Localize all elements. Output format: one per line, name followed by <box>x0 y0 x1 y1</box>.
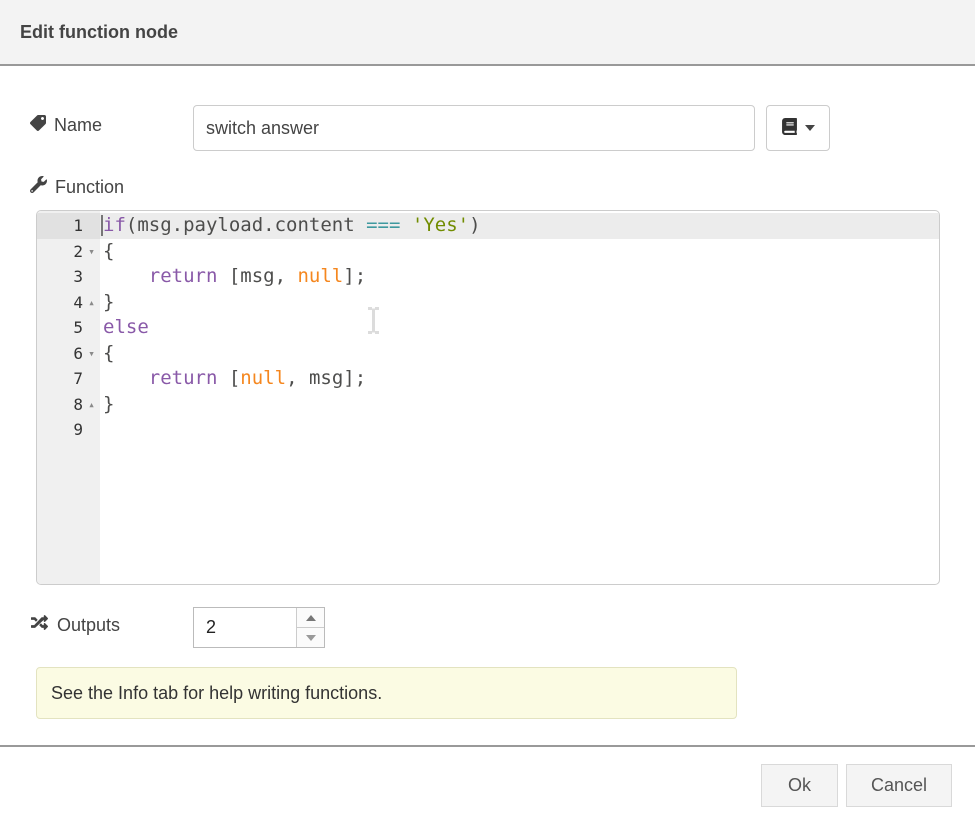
gutter-line-5: 5 <box>37 315 100 341</box>
code-token-plain: { <box>103 240 114 262</box>
gutter-line-8: 8▴ <box>37 392 100 418</box>
code-line-7[interactable]: return [null, msg]; <box>100 366 939 392</box>
code-line-5[interactable]: else <box>100 315 939 341</box>
code-token-constant: null <box>297 265 343 287</box>
name-input[interactable] <box>193 105 755 151</box>
gutter-line-1: 1 <box>37 213 100 239</box>
spinner-up-button[interactable] <box>297 608 324 628</box>
code-token-plain: ) <box>469 214 480 236</box>
spinner-down-button[interactable] <box>297 628 324 647</box>
arrow-up-icon <box>306 615 316 621</box>
editor-code[interactable]: if(msg.payload.content === 'Yes'){ retur… <box>100 211 939 584</box>
line-number: 2 <box>73 242 83 261</box>
code-token-plain: } <box>103 291 114 313</box>
gutter-line-2: 2▾ <box>37 239 100 265</box>
line-number: 8 <box>73 395 83 414</box>
edit-function-node-dialog: Edit function node Name Function 12▾34▴5… <box>0 0 975 824</box>
dialog-header: Edit function node <box>0 0 975 66</box>
code-token-plain: { <box>103 342 114 364</box>
code-line-2[interactable]: { <box>100 239 939 265</box>
fold-open-icon[interactable]: ▾ <box>83 341 100 367</box>
wrench-icon <box>30 176 47 198</box>
code-token-keyword: return <box>149 367 218 389</box>
name-label-text: Name <box>54 115 102 136</box>
tag-icon <box>30 115 46 136</box>
line-number: 5 <box>73 318 83 337</box>
code-token-plain: } <box>103 393 114 415</box>
code-token-plain <box>103 367 149 389</box>
code-token-plain: [msg, <box>217 265 297 287</box>
line-number: 6 <box>73 344 83 363</box>
code-line-9[interactable] <box>100 417 939 443</box>
outputs-label: Outputs <box>30 614 120 636</box>
gutter-line-3: 3 <box>37 264 100 290</box>
function-label-text: Function <box>55 177 124 198</box>
fold-close-icon[interactable]: ▴ <box>83 290 100 316</box>
spinner-buttons <box>296 608 324 647</box>
gutter-line-7: 7 <box>37 366 100 392</box>
ok-button[interactable]: Ok <box>761 764 838 807</box>
fold-close-icon[interactable]: ▴ <box>83 392 100 418</box>
gutter-line-9: 9 <box>37 417 100 443</box>
chevron-down-icon <box>805 125 815 131</box>
line-number: 9 <box>73 420 83 439</box>
outputs-label-text: Outputs <box>57 615 120 636</box>
gutter-line-4: 4▴ <box>37 290 100 316</box>
code-token-plain <box>103 265 149 287</box>
name-label: Name <box>30 115 102 136</box>
line-number: 4 <box>73 293 83 312</box>
code-token-plain: (msg.payload.content <box>126 214 366 236</box>
code-line-4[interactable]: } <box>100 290 939 316</box>
line-number: 7 <box>73 369 83 388</box>
line-number: 1 <box>73 216 83 235</box>
footer-divider <box>0 745 975 747</box>
gutter-line-6: 6▾ <box>37 341 100 367</box>
code-line-8[interactable]: } <box>100 392 939 418</box>
cancel-button[interactable]: Cancel <box>846 764 952 807</box>
outputs-input[interactable] <box>194 608 296 647</box>
editor-gutter: 12▾34▴56▾78▴9 <box>37 211 100 584</box>
library-button[interactable] <box>766 105 830 151</box>
code-line-3[interactable]: return [msg, null]; <box>100 264 939 290</box>
book-icon <box>781 118 798 138</box>
function-label: Function <box>30 176 124 198</box>
code-line-1[interactable]: if(msg.payload.content === 'Yes') <box>100 213 939 239</box>
code-token-keyword: return <box>149 265 218 287</box>
fold-open-icon[interactable]: ▾ <box>83 239 100 265</box>
code-token-keyword: if <box>103 214 126 236</box>
code-token-plain: , msg]; <box>286 367 366 389</box>
shuffle-icon <box>30 614 49 636</box>
info-tip-text: See the Info tab for help writing functi… <box>51 683 382 704</box>
line-number: 3 <box>73 267 83 286</box>
code-token-keyword: else <box>103 316 149 338</box>
code-token-plain: [ <box>217 367 240 389</box>
outputs-spinner <box>193 607 325 648</box>
text-caret <box>101 215 103 236</box>
arrow-down-icon <box>306 635 316 641</box>
code-token-constant: null <box>240 367 286 389</box>
code-line-6[interactable]: { <box>100 341 939 367</box>
code-token-plain: ]; <box>343 265 366 287</box>
code-token-string: 'Yes' <box>412 214 469 236</box>
code-token-plain <box>400 214 411 236</box>
code-token-operator: === <box>366 214 400 236</box>
dialog-title: Edit function node <box>20 22 178 43</box>
function-code-editor[interactable]: 12▾34▴56▾78▴9 if(msg.payload.content ===… <box>36 210 940 585</box>
info-tip: See the Info tab for help writing functi… <box>36 667 737 719</box>
